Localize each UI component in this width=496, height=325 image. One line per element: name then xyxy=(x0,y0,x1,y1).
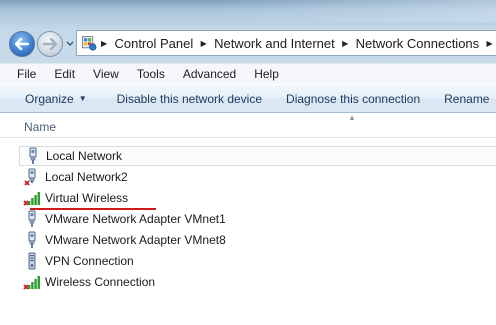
wired-network-icon xyxy=(28,231,36,248)
list-item[interactable]: VMware Network Adapter VMnet8 xyxy=(19,230,496,250)
breadcrumb-separator-icon[interactable]: ▶ xyxy=(197,39,210,48)
connection-name: Wireless Connection xyxy=(45,275,156,289)
wireless-disconnected-icon xyxy=(23,192,40,206)
list-item[interactable]: VMware Network Adapter VMnet1 xyxy=(19,209,496,229)
list-item[interactable]: Virtual Wireless xyxy=(19,188,496,208)
column-header-name[interactable]: Name xyxy=(24,120,56,134)
forward-button[interactable] xyxy=(37,31,63,57)
organize-label: Organize xyxy=(25,91,74,106)
menu-help[interactable]: Help xyxy=(245,67,288,81)
breadcrumb-root-arrow-icon[interactable]: ▶ xyxy=(98,39,111,48)
breadcrumb-network-and-internet[interactable]: Network and Internet xyxy=(210,36,339,51)
address-bar[interactable]: ▶ Control Panel ▶ Network and Internet ▶… xyxy=(76,30,496,56)
wired-network-disconnected-icon xyxy=(24,168,36,186)
menu-view[interactable]: View xyxy=(84,67,128,81)
menu-file[interactable]: File xyxy=(0,67,45,81)
breadcrumb-separator-icon[interactable]: ▶ xyxy=(483,39,496,48)
list-item[interactable]: VPN Connection xyxy=(19,251,496,271)
list-item[interactable]: Wireless Connection xyxy=(19,272,496,292)
connection-name: VMware Network Adapter VMnet8 xyxy=(45,233,226,247)
highlight-underline xyxy=(30,208,156,210)
rename-button[interactable]: Rename xyxy=(432,92,496,106)
back-arrow-icon xyxy=(15,38,29,50)
title-area: ▶ Control Panel ▶ Network and Internet ▶… xyxy=(0,0,496,63)
breadcrumb-separator-icon[interactable]: ▶ xyxy=(339,39,352,48)
list-item[interactable]: Local Network2 xyxy=(19,167,496,187)
menu-advanced[interactable]: Advanced xyxy=(174,67,245,81)
breadcrumb-control-panel[interactable]: Control Panel xyxy=(110,36,197,51)
back-button[interactable] xyxy=(9,31,35,57)
connection-name: Local Network xyxy=(46,149,123,163)
forward-arrow-icon xyxy=(43,38,57,50)
breadcrumb-network-connections[interactable]: Network Connections xyxy=(352,36,484,51)
wired-network-icon xyxy=(28,210,36,227)
connection-name: Virtual Wireless xyxy=(45,191,129,205)
list-item[interactable]: Local Network xyxy=(19,146,496,166)
organize-button[interactable]: Organize ▼ xyxy=(0,92,105,106)
menu-tools[interactable]: Tools xyxy=(128,67,174,81)
menu-bar: File Edit View Tools Advanced Help xyxy=(0,63,496,84)
vpn-icon xyxy=(28,252,36,270)
disable-device-button[interactable]: Disable this network device xyxy=(105,92,274,106)
chevron-down-icon: ▼ xyxy=(78,94,87,103)
wireless-disconnected-icon xyxy=(23,276,40,290)
command-bar: Organize ▼ Disable this network device D… xyxy=(0,84,496,113)
recent-pages-dropdown-icon[interactable] xyxy=(65,39,75,49)
connection-name: VPN Connection xyxy=(45,254,134,268)
menu-edit[interactable]: Edit xyxy=(45,67,84,81)
aero-glass-blur xyxy=(210,0,496,22)
sort-ascending-icon: ▲ xyxy=(348,113,356,122)
connection-name: Local Network2 xyxy=(45,170,128,184)
wired-network-icon xyxy=(29,147,37,164)
control-panel-icon xyxy=(82,36,97,51)
diagnose-connection-button[interactable]: Diagnose this connection xyxy=(274,92,432,106)
column-header-row: ▲ Name xyxy=(0,113,496,138)
connection-name: VMware Network Adapter VMnet1 xyxy=(45,212,226,226)
